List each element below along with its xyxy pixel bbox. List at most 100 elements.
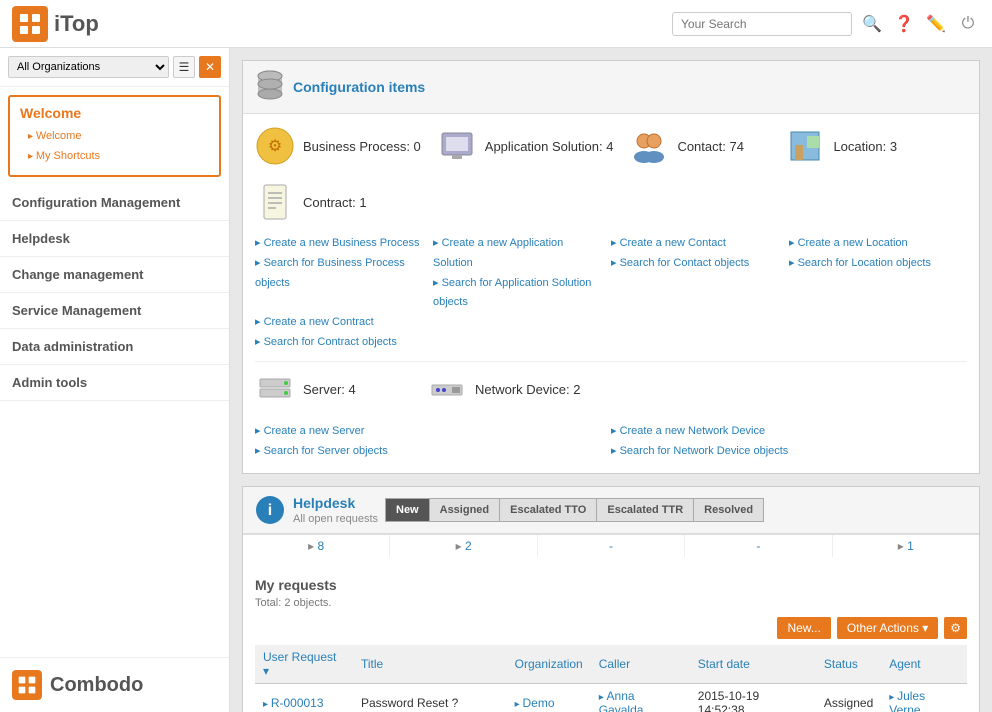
- cell-request-id-1: R-000013: [255, 684, 353, 712]
- tile-business-process: ⚙ Business Process: 0: [255, 126, 421, 166]
- welcome-link-welcome[interactable]: Welcome: [28, 127, 209, 147]
- other-actions-button[interactable]: Other Actions ▾: [837, 617, 938, 639]
- app-layout: All Organizations ☰ ✕ Welcome Welcome My…: [0, 48, 992, 712]
- create-business-process-link[interactable]: Create a new Business Process: [255, 234, 425, 254]
- helpdesk-title: Helpdesk: [293, 495, 355, 511]
- config-link-group-contact: Create a new Contact Search for Contact …: [611, 234, 789, 313]
- config-link-group-network-device: Create a new Network Device Search for N…: [611, 422, 967, 462]
- create-contact-link[interactable]: Create a new Contact: [611, 234, 781, 254]
- caller-link-1[interactable]: Anna Gavalda: [599, 689, 644, 712]
- network-device-icon: [427, 370, 467, 410]
- create-contract-link[interactable]: Create a new Contract: [255, 313, 959, 333]
- create-location-link[interactable]: Create a new Location: [789, 234, 959, 254]
- tile-server: Server: 4: [255, 370, 395, 410]
- sidebar-item-data-admin[interactable]: Data administration: [0, 329, 229, 365]
- config-link-group-as: Create a new Application Solution Search…: [433, 234, 611, 313]
- config-items-icon: [255, 69, 285, 105]
- helpdesk-body: My requests Total: 2 objects. New... Oth…: [243, 557, 979, 712]
- config-link-group-contract: Create a new Contract Search for Contrac…: [255, 313, 967, 353]
- col-caller[interactable]: Caller: [591, 645, 690, 684]
- col-status[interactable]: Status: [816, 645, 881, 684]
- logo-icon: [12, 6, 48, 42]
- tile-business-process-label: Business Process: 0: [303, 139, 421, 154]
- cell-org-1: Demo: [507, 684, 591, 712]
- search-input[interactable]: [672, 12, 852, 36]
- sidebar-item-helpdesk[interactable]: Helpdesk: [0, 221, 229, 257]
- col-user-request[interactable]: User Request ▾: [255, 645, 353, 684]
- help-icon[interactable]: ❓: [892, 12, 916, 36]
- welcome-link-shortcuts[interactable]: My Shortcuts: [28, 147, 209, 167]
- col-organization[interactable]: Organization: [507, 645, 591, 684]
- stat-new: ▸ 8: [243, 535, 390, 557]
- footer-logo-icon: [12, 670, 42, 700]
- helpdesk-title-group: Helpdesk All open requests: [293, 495, 378, 525]
- search-contract-link[interactable]: Search for Contract objects: [255, 333, 959, 353]
- stat-resolved-bullet: ▸: [898, 539, 907, 553]
- cell-agent-1: Jules Verne: [881, 684, 967, 712]
- search-network-device-link[interactable]: Search for Network Device objects: [611, 442, 959, 462]
- logo-text: iTop: [54, 11, 99, 37]
- tab-new[interactable]: New: [385, 498, 430, 522]
- tab-assigned[interactable]: Assigned: [429, 498, 501, 522]
- col-agent[interactable]: Agent: [881, 645, 967, 684]
- agent-link-1[interactable]: Jules Verne: [889, 689, 925, 712]
- tile-contract-label: Contract: 1: [303, 195, 367, 210]
- tile-location: Location: 3: [785, 126, 925, 166]
- cell-caller-1: Anna Gavalda: [591, 684, 690, 712]
- helpdesk-header: i Helpdesk All open requests New Assigne…: [243, 487, 979, 534]
- col-title[interactable]: Title: [353, 645, 507, 684]
- my-requests: My requests Total: 2 objects. New... Oth…: [255, 569, 967, 712]
- create-app-solution-link[interactable]: Create a new Application Solution: [433, 234, 603, 274]
- welcome-title: Welcome: [20, 105, 209, 121]
- header-right: 🔍 ❓ ✏️ ⏻: [672, 12, 980, 36]
- search-business-process-link[interactable]: Search for Business Process objects: [255, 254, 425, 294]
- request-link-1[interactable]: R-000013: [263, 696, 324, 710]
- col-start-date[interactable]: Start date: [690, 645, 816, 684]
- welcome-links: Welcome My Shortcuts: [20, 127, 209, 167]
- search-contact-link[interactable]: Search for Contact objects: [611, 254, 781, 274]
- helpdesk-title-area: i Helpdesk All open requests: [255, 495, 378, 525]
- sidebar-item-admin-tools[interactable]: Admin tools: [0, 365, 229, 401]
- edit-icon[interactable]: ✏️: [924, 12, 948, 36]
- org-menu-btn[interactable]: ☰: [173, 56, 195, 78]
- app-solution-icon: [437, 126, 477, 166]
- search-icon[interactable]: 🔍: [860, 12, 884, 36]
- config-items-header: Configuration items: [243, 61, 979, 114]
- tab-resolved[interactable]: Resolved: [693, 498, 764, 522]
- table-body: R-000013 Password Reset ? Demo Anna Gava…: [255, 684, 967, 712]
- stat-escalated-ttr: -: [685, 535, 832, 557]
- power-icon[interactable]: ⏻: [956, 12, 980, 36]
- sidebar-item-config-management[interactable]: Configuration Management: [0, 185, 229, 221]
- new-request-button[interactable]: New...: [777, 617, 830, 639]
- search-location-link[interactable]: Search for Location objects: [789, 254, 959, 274]
- tile-app-solution: Application Solution: 4: [437, 126, 614, 166]
- create-network-device-link[interactable]: Create a new Network Device: [611, 422, 959, 442]
- helpdesk-icon: i: [255, 495, 285, 525]
- sidebar-item-change-management[interactable]: Change management: [0, 257, 229, 293]
- config-links: Create a new Business Process Search for…: [255, 234, 967, 353]
- tab-escalated-tto[interactable]: Escalated TTO: [499, 498, 597, 522]
- config-button[interactable]: ⚙: [944, 617, 967, 639]
- app-header: iTop 🔍 ❓ ✏️ ⏻: [0, 0, 992, 48]
- cell-status-1: Assigned: [816, 684, 881, 712]
- search-server-link[interactable]: Search for Server objects: [255, 442, 603, 462]
- sidebar-item-service-management[interactable]: Service Management: [0, 293, 229, 329]
- create-server-link[interactable]: Create a new Server: [255, 422, 603, 442]
- requests-table: User Request ▾ Title Organization Caller…: [255, 645, 967, 712]
- search-app-solution-link[interactable]: Search for Application Solution objects: [433, 274, 603, 314]
- stat-assigned-bullet: ▸: [456, 539, 465, 553]
- helpdesk-subtitle: All open requests: [293, 513, 378, 525]
- tile-network-device: Network Device: 2: [427, 370, 580, 410]
- org-selector: All Organizations ☰ ✕: [0, 48, 229, 87]
- tab-escalated-ttr[interactable]: Escalated TTR: [596, 498, 694, 522]
- contract-icon: [255, 182, 295, 222]
- svg-text:⚙: ⚙: [268, 138, 282, 155]
- org-select[interactable]: All Organizations: [8, 56, 169, 78]
- stat-new-bullet: ▸: [308, 539, 317, 553]
- config-link-group-location: Create a new Location Search for Locatio…: [789, 234, 967, 313]
- org-link-1[interactable]: Demo: [515, 696, 555, 710]
- divider: [255, 361, 967, 362]
- tile-network-device-label: Network Device: 2: [475, 382, 580, 397]
- welcome-section: Welcome Welcome My Shortcuts: [8, 95, 221, 177]
- org-add-btn[interactable]: ✕: [199, 56, 221, 78]
